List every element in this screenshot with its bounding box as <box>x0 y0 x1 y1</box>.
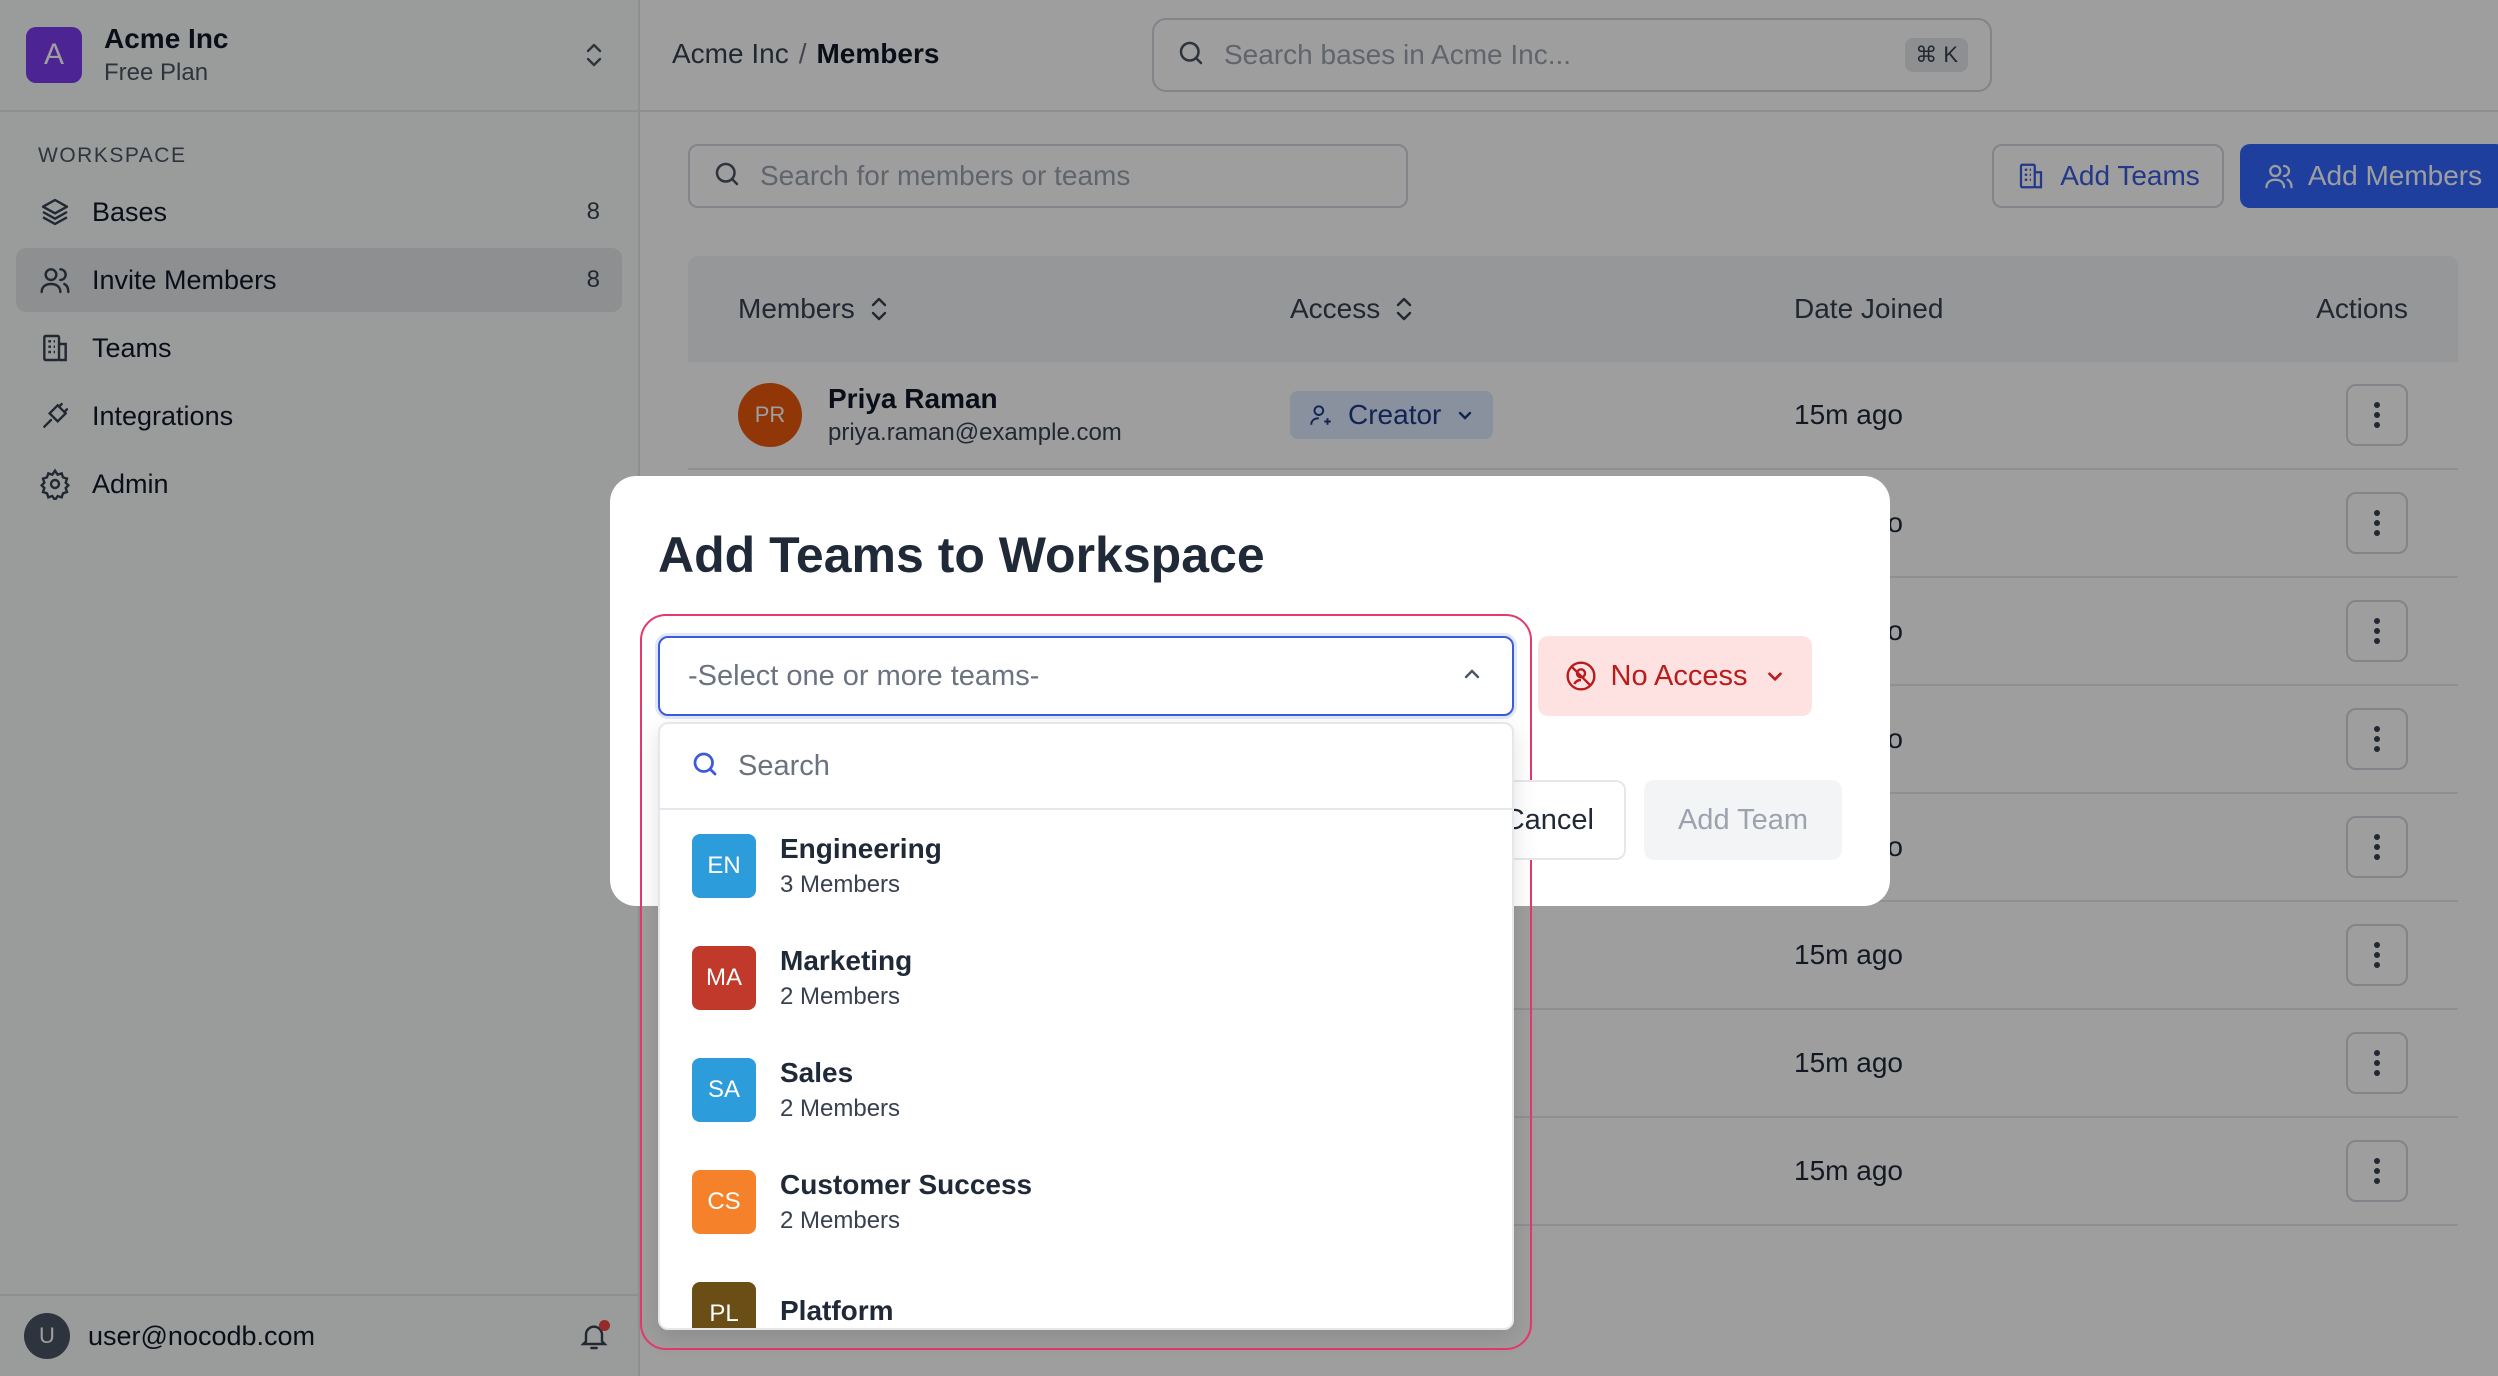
modal-title: Add Teams to Workspace <box>658 527 1265 583</box>
search-icon <box>690 749 720 784</box>
team-option-marketing[interactable]: MA Marketing 2 Members <box>660 922 1512 1034</box>
chevron-up-icon <box>1460 662 1484 691</box>
team-avatar: CS <box>692 1170 756 1234</box>
team-member-count: 2 Members <box>780 983 901 1010</box>
team-option-sales[interactable]: SA Sales 2 Members <box>660 1034 1512 1146</box>
team-name: Sales <box>780 1057 854 1088</box>
team-member-count: 2 Members <box>780 1207 901 1234</box>
team-avatar: SA <box>692 1058 756 1122</box>
team-option-platform[interactable]: PL Platform <box>660 1258 1512 1328</box>
team-name: Engineering <box>780 833 942 864</box>
team-name: Platform <box>780 1295 894 1326</box>
team-name: Customer Success <box>780 1169 1033 1200</box>
team-member-count: 2 Members <box>780 1095 901 1122</box>
team-avatar: PL <box>692 1282 756 1328</box>
dropdown-search-input[interactable]: Search <box>660 724 1512 810</box>
team-select-placeholder: -Select one or more teams- <box>688 659 1040 692</box>
team-avatar: MA <box>692 946 756 1010</box>
team-option-customer-success[interactable]: CS Customer Success 2 Members <box>660 1146 1512 1258</box>
access-level-dropdown[interactable]: No Access <box>1538 636 1812 716</box>
team-avatar: EN <box>692 834 756 898</box>
team-dropdown: Search EN Engineering 3 Members MA Marke… <box>658 722 1514 1330</box>
team-name: Marketing <box>780 945 913 976</box>
dropdown-search-placeholder: Search <box>738 749 830 782</box>
add-team-button[interactable]: Add Team <box>1644 780 1842 860</box>
team-member-count: 3 Members <box>780 871 901 898</box>
no-access-icon <box>1565 660 1597 692</box>
team-select[interactable]: -Select one or more teams- <box>658 636 1514 716</box>
access-level-label: No Access <box>1610 659 1748 692</box>
team-option-engineering[interactable]: EN Engineering 3 Members <box>660 810 1512 922</box>
chevron-down-icon <box>1764 665 1786 687</box>
